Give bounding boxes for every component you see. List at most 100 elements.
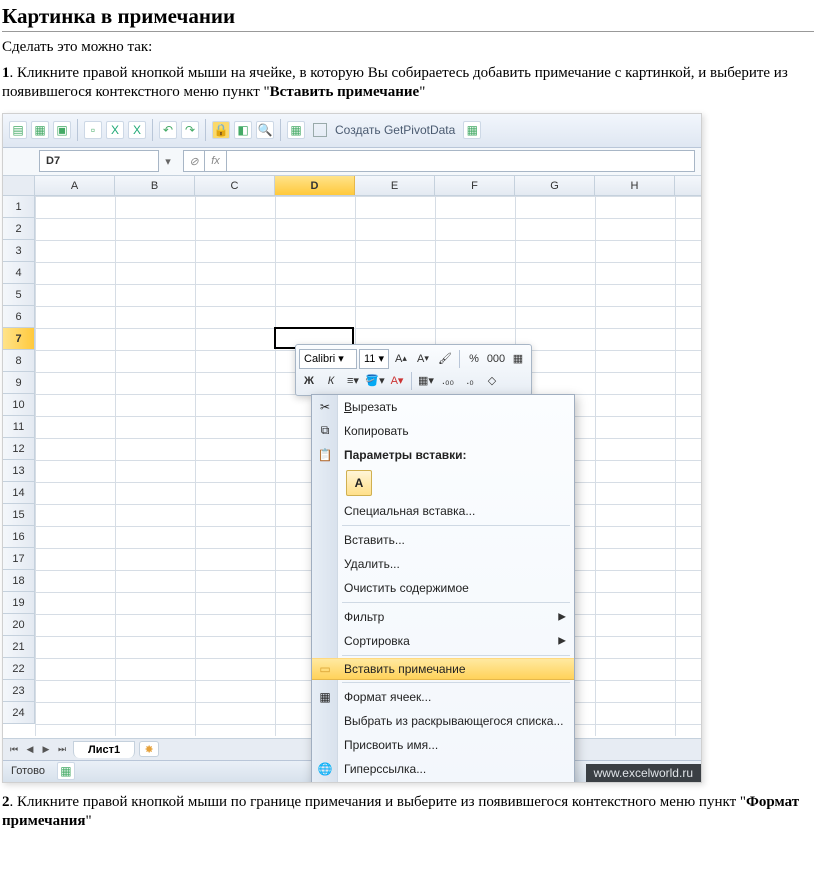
tab-nav-last-icon[interactable]: ⏭ — [55, 744, 69, 755]
status-text: Готово — [11, 765, 45, 777]
col-header[interactable]: E — [355, 176, 435, 195]
font-color-icon[interactable]: A▾ — [387, 371, 407, 391]
context-menu: ✂ Вырезать ⧉ Копировать 📋 Параметры вста… — [311, 394, 575, 783]
font-name-select[interactable]: Calibri ▾ — [299, 349, 357, 369]
menu-pick-from-dropdown[interactable]: Выбрать из раскрывающегося списка... — [312, 709, 574, 733]
format-painter-icon[interactable]: 🖌 — [435, 349, 455, 369]
row-header[interactable]: 16 — [3, 526, 34, 548]
row-header[interactable]: 13 — [3, 460, 34, 482]
menu-delete[interactable]: Удалить... — [312, 552, 574, 576]
excel-icon[interactable]: X — [106, 121, 124, 139]
step-1-text-c: " — [419, 84, 425, 100]
cancel-icon[interactable]: ⊘ — [183, 150, 205, 172]
redo-icon[interactable]: ↷ — [181, 121, 199, 139]
borders-icon[interactable]: ▦▾ — [416, 371, 436, 391]
row-header[interactable]: 22 — [3, 658, 34, 680]
pivot-checkbox[interactable] — [313, 123, 327, 137]
excel-icon[interactable]: X — [128, 121, 146, 139]
row-header[interactable]: 7 — [3, 328, 34, 350]
pivot-wizard-icon[interactable]: ▦ — [463, 121, 481, 139]
row-header[interactable]: 8 — [3, 350, 34, 372]
menu-define-name[interactable]: Присвоить имя... — [312, 733, 574, 757]
row-header[interactable]: 19 — [3, 592, 34, 614]
increase-decimal-icon[interactable]: .₀₀ — [438, 371, 458, 391]
fill-color-icon[interactable]: 🪣▾ — [365, 371, 385, 391]
menu-copy[interactable]: ⧉ Копировать — [312, 419, 574, 443]
row-header[interactable]: 10 — [3, 394, 34, 416]
tab-nav[interactable]: ⏮ ◀ ▶ ⏭ — [3, 744, 73, 755]
tab-nav-prev-icon[interactable]: ◀ — [23, 744, 37, 755]
menu-sort[interactable]: Сортировка▶ — [312, 629, 574, 653]
clear-icon[interactable]: ◇ — [482, 371, 502, 391]
row-header[interactable]: 6 — [3, 306, 34, 328]
col-header[interactable]: B — [115, 176, 195, 195]
row-header[interactable]: 20 — [3, 614, 34, 636]
grow-font-icon[interactable]: A▴ — [391, 349, 411, 369]
col-header[interactable]: C — [195, 176, 275, 195]
row-header[interactable]: 23 — [3, 680, 34, 702]
percent-icon[interactable]: % — [464, 349, 484, 369]
col-header[interactable]: D — [275, 176, 355, 195]
chevron-right-icon: ▶ — [558, 635, 566, 646]
macro-record-icon[interactable]: ▦ — [57, 762, 75, 780]
fx-icon[interactable]: fx — [205, 150, 227, 172]
number-format-icon[interactable]: ▦ — [508, 349, 528, 369]
qat-icon[interactable]: ◧ — [234, 121, 252, 139]
select-all-corner[interactable] — [3, 176, 35, 196]
copy-icon: ⧉ — [316, 423, 334, 438]
row-header[interactable]: 1 — [3, 196, 34, 218]
row-header[interactable]: 11 — [3, 416, 34, 438]
paste-option-keep-text[interactable]: А — [346, 470, 372, 496]
row-header[interactable]: 17 — [3, 548, 34, 570]
menu-insert-comment[interactable]: ▭ Вставить примечание — [312, 658, 574, 680]
row-header[interactable]: 4 — [3, 262, 34, 284]
col-header[interactable]: G — [515, 176, 595, 195]
row-header[interactable]: 24 — [3, 702, 34, 724]
tab-nav-first-icon[interactable]: ⏮ — [7, 744, 21, 755]
font-size-select[interactable]: 11 ▾ — [359, 349, 389, 369]
col-header[interactable]: A — [35, 176, 115, 195]
qat-icon[interactable]: ▤ — [9, 121, 27, 139]
row-header[interactable]: 3 — [3, 240, 34, 262]
menu-hyperlink[interactable]: 🌐 Гиперссылка... — [312, 757, 574, 781]
tab-nav-next-icon[interactable]: ▶ — [39, 744, 53, 755]
italic-icon[interactable]: К — [321, 371, 341, 391]
col-header[interactable]: F — [435, 176, 515, 195]
align-icon[interactable]: ≡▾ — [343, 371, 363, 391]
add-sheet-icon[interactable]: ✸ — [139, 741, 159, 757]
column-headers[interactable]: ABCDEFGH — [35, 176, 701, 196]
bold-icon[interactable]: Ж — [299, 371, 319, 391]
formula-input[interactable] — [227, 150, 695, 172]
undo-icon[interactable]: ↶ — [159, 121, 177, 139]
row-header[interactable]: 18 — [3, 570, 34, 592]
row-header[interactable]: 21 — [3, 636, 34, 658]
qat-icon[interactable]: ▦ — [31, 121, 49, 139]
sheet-tab-active[interactable]: Лист1 — [73, 741, 135, 758]
step-1-bold: Вставить примечание — [270, 84, 420, 100]
menu-clear-contents[interactable]: Очистить содержимое — [312, 576, 574, 600]
row-header[interactable]: 15 — [3, 504, 34, 526]
row-headers[interactable]: 123456789101112131415161718192021222324 — [3, 196, 35, 724]
name-box-dropdown[interactable]: ▾ — [159, 155, 177, 168]
search-icon[interactable]: 🔍 — [256, 121, 274, 139]
decrease-decimal-icon[interactable]: .₀ — [460, 371, 480, 391]
menu-cut[interactable]: ✂ Вырезать — [312, 395, 574, 419]
row-header[interactable]: 12 — [3, 438, 34, 460]
comma-style-icon[interactable]: 000 — [486, 349, 506, 369]
col-header[interactable]: H — [595, 176, 675, 195]
shrink-font-icon[interactable]: A▾ — [413, 349, 433, 369]
qat-icon[interactable]: ▣ — [53, 121, 71, 139]
row-header[interactable]: 14 — [3, 482, 34, 504]
menu-filter[interactable]: Фильтр▶ — [312, 605, 574, 629]
menu-paste-special[interactable]: Специальная вставка... — [312, 499, 574, 523]
row-header[interactable]: 9 — [3, 372, 34, 394]
menu-insert[interactable]: Вставить... — [312, 528, 574, 552]
new-doc-icon[interactable]: ▫ — [84, 121, 102, 139]
lock-icon[interactable]: 🔒 — [212, 121, 230, 139]
excel-screenshot: ▤ ▦ ▣ ▫ X X ↶ ↷ 🔒 ◧ 🔍 ▦ Создать GetPivot… — [2, 113, 702, 783]
row-header[interactable]: 2 — [3, 218, 34, 240]
name-box[interactable]: D7 — [39, 150, 159, 172]
menu-format-cells[interactable]: ▦ Формат ячеек... — [312, 685, 574, 709]
pivot-icon[interactable]: ▦ — [287, 121, 305, 139]
row-header[interactable]: 5 — [3, 284, 34, 306]
